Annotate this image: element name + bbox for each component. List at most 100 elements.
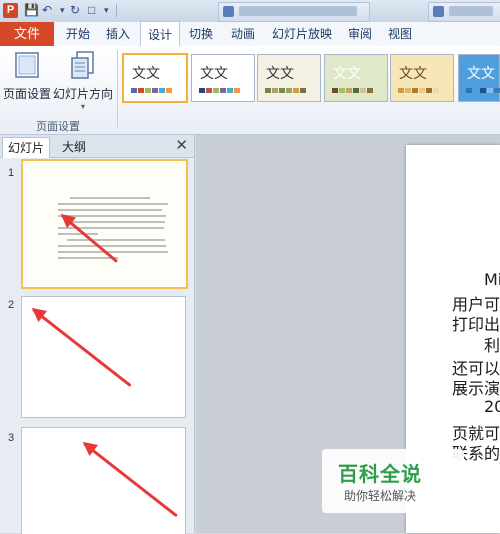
tab-slideshow[interactable]: 幻灯片放映 [266,22,338,46]
tab-view[interactable]: 视图 [382,22,418,46]
color-swatch [213,88,219,93]
theme-sample-text: 文文 [200,66,228,82]
slide-number: 2 [8,299,15,311]
color-swatch [419,88,425,93]
theme-color-swatches [466,88,500,93]
color-swatch [339,88,345,93]
window-tab-1[interactable] [218,2,370,22]
tab-home[interactable]: 开始 [60,22,96,46]
slide-thumbnail-2[interactable] [21,296,186,418]
color-swatch [227,88,233,93]
color-swatch [206,88,212,93]
theme-color-swatches [131,88,172,93]
theme-sample-text: 文文 [399,66,427,82]
slide-orientation-label: 幻灯片方向 [52,87,113,101]
close-icon[interactable]: ✕ [175,137,188,155]
tab-animations[interactable]: 动画 [224,22,262,46]
watermark: 百科全说 助你轻松解决 [322,449,464,513]
color-swatch [159,88,165,93]
color-swatch [487,88,493,93]
color-swatch [234,88,240,93]
watermark-title: 百科全说 [338,464,422,486]
color-swatch [279,88,285,93]
color-swatch [272,88,278,93]
slide-text-line: 20 [484,397,500,416]
window-tab-2[interactable] [428,2,500,22]
color-swatch [220,88,226,93]
chevron-down-icon: ▾ [80,102,85,111]
slide-text-line: 展示演 [452,379,500,398]
slide-thumbnail-3[interactable] [21,427,186,534]
pane-tab-row: 幻灯片 大纲 ✕ [0,135,194,158]
slide-number: 3 [8,432,15,444]
powerpoint-icon[interactable]: P [3,3,18,18]
tab-insert[interactable]: 插入 [100,22,136,46]
theme-sample-text: 文文 [132,66,160,82]
color-swatch [293,88,299,93]
color-swatch [433,88,439,93]
theme-option-3[interactable]: 文文 [257,54,321,102]
theme-option-2[interactable]: 文文 [191,54,255,102]
customize-toolbar-icon[interactable]: ▾ [104,3,109,18]
title-bar: P 💾 ↶ ▾ ↻ □ ▾ [0,0,500,23]
color-swatch [353,88,359,93]
color-swatch [138,88,144,93]
color-swatch [131,88,137,93]
slide-text-line: 利 [484,336,500,355]
slide-number: 1 [8,167,15,179]
print-preview-icon[interactable]: □ [88,3,95,18]
undo-icon[interactable]: ↶ [42,3,52,18]
theme-color-swatches [265,88,306,93]
tab-outline[interactable]: 大纲 [52,137,96,157]
color-swatch [367,88,373,93]
theme-option-1[interactable]: 文文 [122,53,188,103]
thumbnail-text-line [58,209,162,211]
page-setup-label: 页面设置 [3,87,52,101]
slide-thumbnail-1[interactable] [21,159,188,289]
color-swatch [300,88,306,93]
color-swatch [199,88,205,93]
window-tab-label [449,6,493,16]
page-setup-button[interactable]: 页面设置 [3,50,51,102]
save-icon[interactable]: 💾 [24,3,39,18]
theme-sample-text: 文文 [467,66,495,82]
tab-slides[interactable]: 幻灯片 [2,137,50,158]
thumbnail-text-line [58,251,168,253]
theme-option-4[interactable]: 文文 [324,54,388,102]
tab-file[interactable]: 文件 [0,22,54,46]
theme-option-5[interactable]: 文文 [390,54,454,102]
group-divider [117,50,118,128]
window-icon [433,6,444,17]
tab-transitions[interactable]: 切换 [182,22,220,46]
window-icon [223,6,234,17]
window-tab-label [239,6,357,16]
color-swatch [332,88,338,93]
page-setup-icon [15,52,39,78]
tab-review[interactable]: 审阅 [342,22,378,46]
thumbnail-text-line [58,203,168,205]
theme-color-swatches [332,88,373,93]
thumbnail-text-line [67,221,165,223]
color-swatch [360,88,366,93]
toolbar-divider [116,4,117,17]
dropdown-icon[interactable]: ▾ [60,3,65,18]
theme-sample-text: 文文 [333,66,361,82]
color-swatch [398,88,404,93]
theme-sample-text: 文文 [266,66,294,82]
theme-color-swatches [199,88,240,93]
ribbon-tab-row: 文件 开始 插入 设计 切换 动画 幻灯片放映 审阅 视图 [0,21,500,47]
thumbnail-text-line [67,239,165,241]
color-swatch [346,88,352,93]
color-swatch [473,88,479,93]
slide-orientation-button[interactable]: 幻灯片方向 ▾ [52,50,114,111]
thumbnail-text-line [58,245,166,247]
ribbon: 页面设置 幻灯片方向 ▾ 页面设置 文文 文文 文文 文文 文文 文文 [0,46,500,135]
tab-design[interactable]: 设计 [140,21,180,47]
color-swatch [286,88,292,93]
slides-pane: 幻灯片 大纲 ✕ 1 2 3 [0,135,195,534]
color-swatch [405,88,411,93]
redo-icon[interactable]: ↻ [70,3,80,18]
theme-option-6[interactable]: 文文 [458,54,500,102]
color-swatch [145,88,151,93]
theme-color-swatches [398,88,439,93]
